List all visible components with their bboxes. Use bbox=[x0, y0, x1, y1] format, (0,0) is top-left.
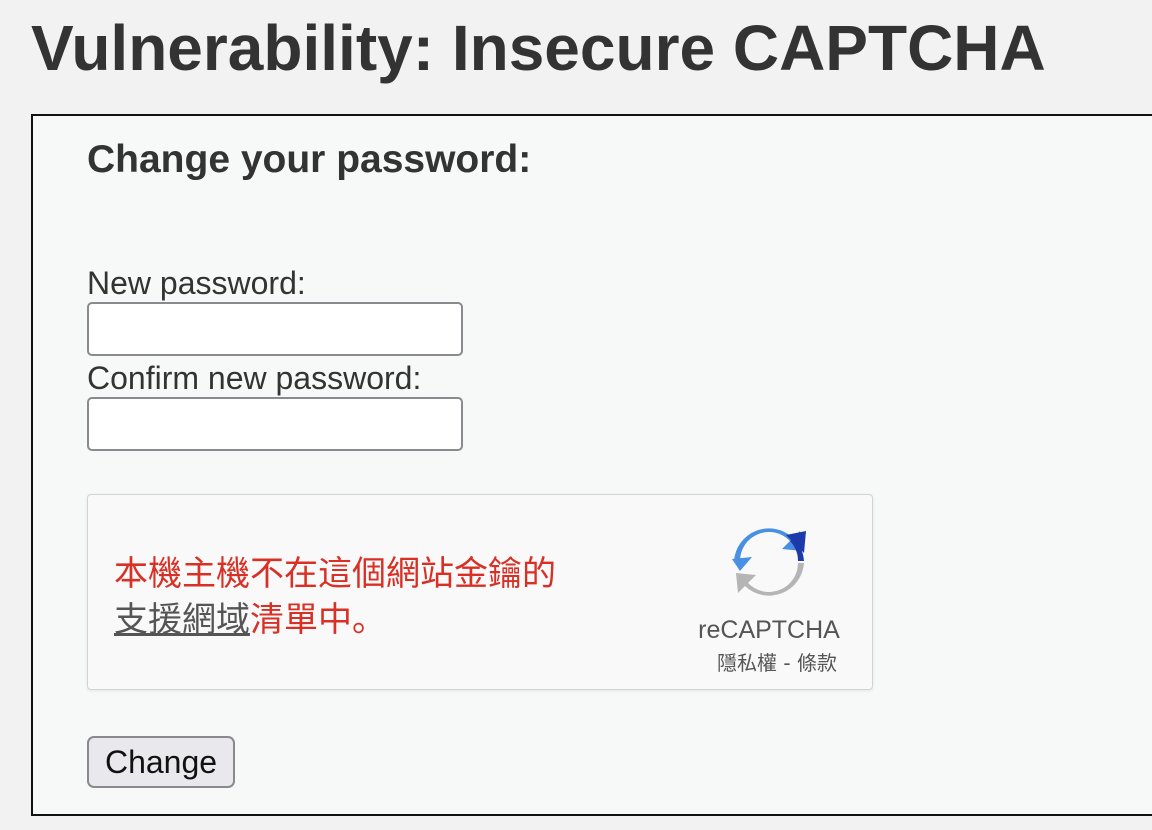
recaptcha-error-message: 本機主機不在這個網站金鑰的 支援網域清單中。 bbox=[114, 551, 634, 643]
recaptcha-logo-icon bbox=[728, 521, 810, 603]
page-title: Vulnerability: Insecure CAPTCHA bbox=[31, 12, 1046, 84]
recaptcha-error-text: 本機主機不在這個網站金鑰的 bbox=[114, 554, 556, 594]
confirm-password-input[interactable] bbox=[87, 397, 463, 451]
supported-domains-link[interactable]: 支援網域 bbox=[114, 600, 250, 640]
links-separator: - bbox=[777, 651, 797, 675]
new-password-label: New password: bbox=[87, 265, 306, 301]
new-password-input[interactable] bbox=[87, 302, 463, 356]
recaptcha-error-text-end: 清單中。 bbox=[250, 600, 386, 640]
form-heading: Change your password: bbox=[87, 138, 532, 181]
recaptcha-widget: 本機主機不在這個網站金鑰的 支援網域清單中。 reCAPTCHA 隱私權 - 條… bbox=[87, 494, 873, 690]
terms-link[interactable]: 條款 bbox=[797, 651, 837, 675]
change-button[interactable]: Change bbox=[87, 736, 235, 788]
privacy-link[interactable]: 隱私權 bbox=[717, 651, 777, 675]
recaptcha-brand: reCAPTCHA bbox=[698, 616, 840, 644]
recaptcha-links: 隱私權 - 條款 bbox=[684, 651, 870, 675]
confirm-password-label: Confirm new password: bbox=[87, 360, 422, 396]
vulnerable-code-area: Change your password: New password: Conf… bbox=[31, 114, 1152, 816]
